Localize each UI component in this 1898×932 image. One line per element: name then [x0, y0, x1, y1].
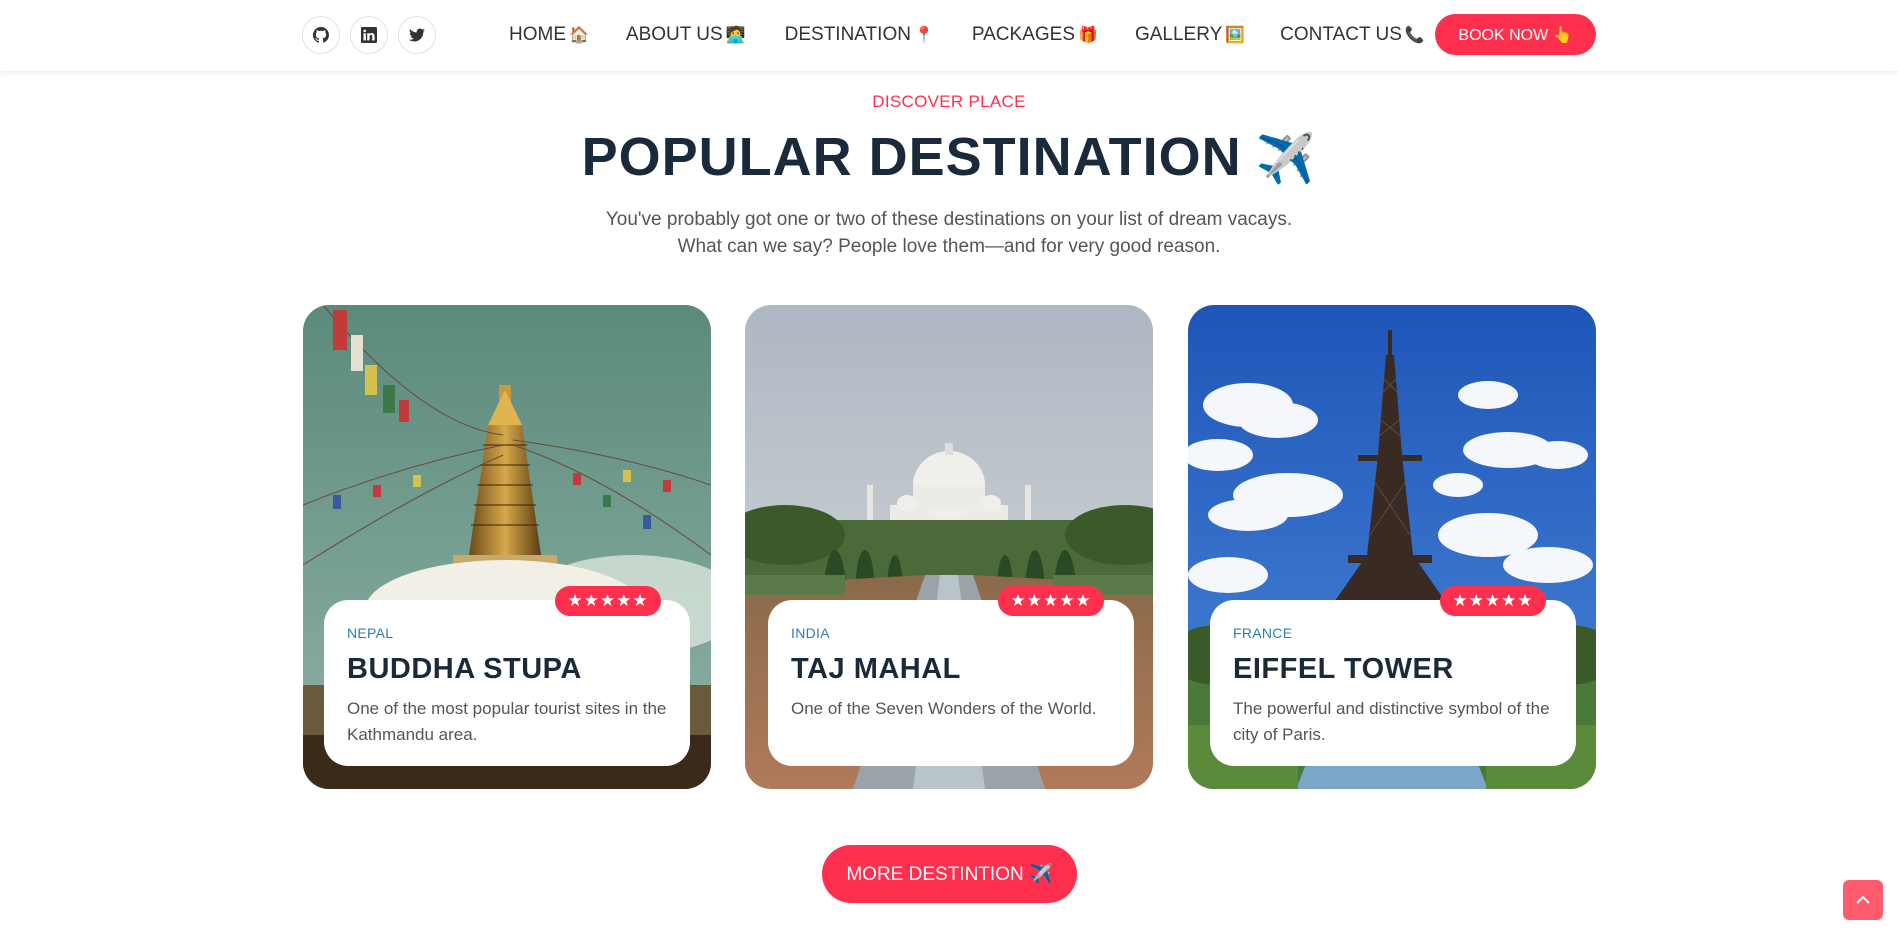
- technologist-icon: 🧑‍💻: [725, 27, 746, 44]
- card-country: FRANCE: [1233, 625, 1293, 641]
- picture-icon: 🖼️: [1225, 27, 1246, 44]
- nav-destination-label: DESTINATION: [784, 24, 911, 45]
- section-subtitle: You've probably got one or two of these …: [605, 209, 1293, 257]
- nav-contact-label: CONTACT US: [1280, 24, 1402, 45]
- gift-icon: 🎁: [1078, 27, 1098, 44]
- card-title: BUDDHA STUPA: [347, 653, 582, 685]
- nav-gallery[interactable]: GALLERY 🖼️: [1135, 24, 1245, 46]
- card-title: EIFFEL TOWER: [1233, 653, 1454, 685]
- nav-about-label: ABOUT US: [625, 24, 723, 45]
- nav-about[interactable]: ABOUT US 🧑‍💻: [626, 24, 746, 46]
- nav-packages-label: PACKAGES: [971, 24, 1076, 45]
- rating-badge: ★★★★★: [998, 586, 1104, 616]
- chevron-up-icon: [1856, 895, 1870, 904]
- nav-home[interactable]: HOME 🏠: [509, 24, 589, 46]
- github-icon[interactable]: [302, 16, 340, 54]
- card-country: INDIA: [791, 625, 830, 641]
- page-title-text: POPULAR DESTINATION: [581, 127, 1242, 187]
- nav-destination[interactable]: DESTINATION 📍: [785, 24, 934, 46]
- card-description: The powerful and distinctive symbol of t…: [1233, 699, 1550, 744]
- nav-home-label: HOME: [509, 24, 566, 45]
- nav-packages[interactable]: PACKAGES 🎁: [972, 24, 1098, 46]
- book-now-button[interactable]: BOOK NOW 👆: [1435, 14, 1596, 55]
- back-to-top-button[interactable]: [1843, 880, 1883, 920]
- card-description: One of the most popular tourist sites in…: [347, 699, 667, 744]
- airplane-icon: ✈️: [1255, 133, 1317, 186]
- more-destination-button[interactable]: MORE DESTINTION ✈️: [822, 845, 1077, 903]
- card-info-taj-mahal: INDIA TAJ MAHAL One of the Seven Wonders…: [768, 600, 1134, 766]
- twitter-icon[interactable]: [398, 16, 436, 54]
- site-header: HOME 🏠 ABOUT US 🧑‍💻 DESTINATION 📍 PACKAG…: [0, 0, 1898, 71]
- card-title: TAJ MAHAL: [791, 653, 961, 685]
- social-links: [302, 16, 436, 54]
- house-icon: 🏠: [569, 27, 589, 44]
- rating-badge: ★★★★★: [1440, 586, 1546, 616]
- card-description: One of the Seven Wonders of the World.: [791, 699, 1097, 718]
- pin-icon: 📍: [913, 27, 934, 44]
- page-title: POPULAR DESTINATION ✈️: [0, 126, 1898, 188]
- linkedin-icon[interactable]: [350, 16, 388, 54]
- nav-gallery-label: GALLERY: [1134, 24, 1223, 45]
- phone-icon: 📞: [1404, 27, 1425, 44]
- section-eyebrow: DISCOVER PLACE: [872, 92, 1026, 111]
- nav-contact[interactable]: CONTACT US 📞: [1280, 24, 1425, 46]
- card-info-buddha-stupa: NEPAL BUDDHA STUPA One of the most popul…: [324, 600, 690, 766]
- card-country: NEPAL: [347, 625, 394, 641]
- rating-badge: ★★★★★: [555, 586, 661, 616]
- main-nav: HOME 🏠 ABOUT US 🧑‍💻 DESTINATION 📍 PACKAG…: [509, 24, 1425, 46]
- card-info-eiffel-tower: FRANCE EIFFEL TOWER The powerful and dis…: [1210, 600, 1576, 766]
